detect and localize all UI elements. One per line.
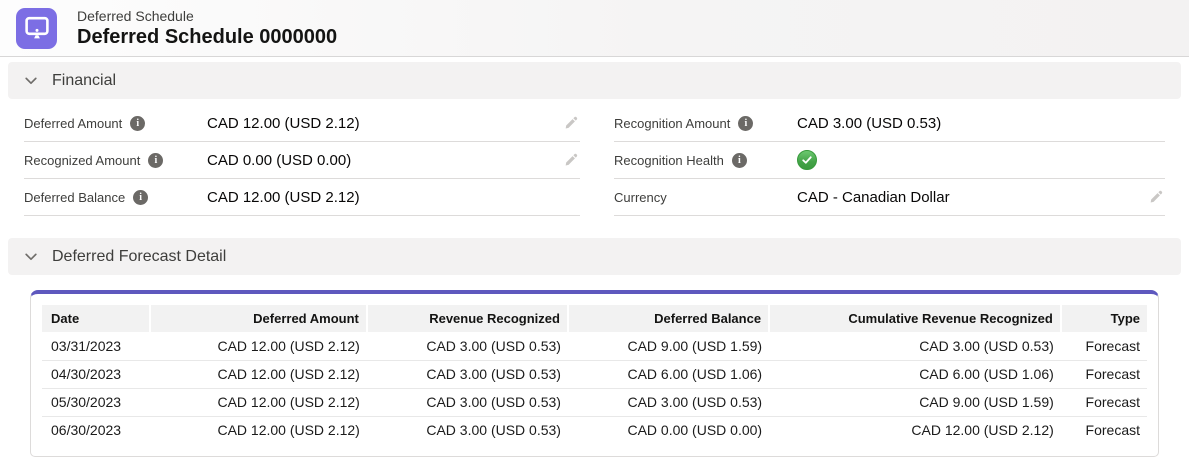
section-financial-label: Financial [52,72,116,90]
table-cell: CAD 3.00 (USD 0.53) [367,416,568,444]
field-label: Deferred Balance [24,190,125,205]
table-row: 04/30/2023CAD 12.00 (USD 2.12)CAD 3.00 (… [42,360,1147,388]
forecast-table-header-row: DateDeferred AmountRevenue RecognizedDef… [42,305,1147,332]
info-icon[interactable]: i [148,153,163,168]
field-row-deferred-balance: Deferred Balance i CAD 12.00 (USD 2.12) [24,179,580,216]
info-icon[interactable]: i [133,190,148,205]
chevron-down-icon [24,250,38,264]
field-label: Recognition Health [614,153,724,168]
table-cell: CAD 3.00 (USD 0.53) [367,388,568,416]
desktop-icon [16,8,57,49]
table-cell: CAD 3.00 (USD 0.53) [568,388,769,416]
page-title: Deferred Schedule 0000000 [77,25,337,50]
field-label: Deferred Amount [24,116,122,131]
table-cell: 04/30/2023 [42,360,150,388]
table-cell: Forecast [1061,416,1147,444]
table-cell: CAD 12.00 (USD 2.12) [150,416,367,444]
edit-pencil-icon[interactable] [1147,188,1165,206]
object-name: Deferred Schedule [77,7,337,25]
edit-pencil-icon[interactable] [562,114,580,132]
table-cell: CAD 12.00 (USD 2.12) [150,388,367,416]
field-value: CAD 0.00 (USD 0.00) [207,152,556,169]
column-header-date: Date [42,305,150,332]
table-cell: CAD 12.00 (USD 2.12) [769,416,1061,444]
field-value: CAD 12.00 (USD 2.12) [207,115,556,132]
table-cell: 06/30/2023 [42,416,150,444]
table-row: 05/30/2023CAD 12.00 (USD 2.12)CAD 3.00 (… [42,388,1147,416]
table-cell: CAD 12.00 (USD 2.12) [150,332,367,360]
table-cell: Forecast [1061,332,1147,360]
field-value: CAD 12.00 (USD 2.12) [207,189,580,206]
fields-column-right: Recognition AmountiCAD 3.00 (USD 0.53)Re… [614,105,1165,216]
section-financial-toggle[interactable]: Financial [8,62,1181,99]
field-label: Currency [614,190,667,205]
field-row-deferred-amount: Deferred Amount i CAD 12.00 (USD 2.12) [24,105,580,142]
section-forecast-label: Deferred Forecast Detail [52,248,226,266]
column-header-cumulative-revenue-recognized: Cumulative Revenue Recognized [769,305,1061,332]
field-row-recognition-amount: Recognition Amount i CAD 3.00 (USD 0.53) [614,105,1165,142]
forecast-table-card: DateDeferred AmountRevenue RecognizedDef… [30,290,1159,457]
table-cell: Forecast [1061,388,1147,416]
column-header-type: Type [1061,305,1147,332]
table-cell: CAD 6.00 (USD 1.06) [769,360,1061,388]
field-label: Recognition Amount [614,116,730,131]
field-row-recognition-health: Recognition Health i [614,142,1165,179]
table-cell: CAD 3.00 (USD 0.53) [769,332,1061,360]
info-icon[interactable]: i [738,116,753,131]
forecast-table: DateDeferred AmountRevenue RecognizedDef… [42,305,1147,444]
table-row: 06/30/2023CAD 12.00 (USD 2.12)CAD 3.00 (… [42,416,1147,444]
table-cell: CAD 0.00 (USD 0.00) [568,416,769,444]
table-cell: 05/30/2023 [42,388,150,416]
chevron-down-icon [24,74,38,88]
fields-column-left: Deferred Amount i CAD 12.00 (USD 2.12) Reco… [24,105,580,216]
column-header-revenue-recognized: Revenue Recognized [367,305,568,332]
record-header: Deferred Schedule Deferred Schedule 0000… [0,0,1189,57]
field-row-recognized-amount: Recognized Amount i CAD 0.00 (USD 0.00) [24,142,580,179]
table-cell: CAD 12.00 (USD 2.12) [150,360,367,388]
column-header-deferred-amount: Deferred Amount [150,305,367,332]
table-cell: Forecast [1061,360,1147,388]
table-cell: CAD 9.00 (USD 1.59) [769,388,1061,416]
field-row-currency: Currency CAD - Canadian Dollar [614,179,1165,216]
success-check-icon [797,150,817,170]
table-row: 03/31/2023CAD 12.00 (USD 2.12)CAD 3.00 (… [42,332,1147,360]
table-cell: 03/31/2023 [42,332,150,360]
info-icon[interactable]: i [130,116,145,131]
field-value: CAD - Canadian Dollar [797,189,1141,206]
section-forecast-toggle[interactable]: Deferred Forecast Detail [8,238,1181,275]
info-icon[interactable]: i [732,153,747,168]
field-label: Recognized Amount [24,153,140,168]
table-cell: CAD 6.00 (USD 1.06) [568,360,769,388]
field-value: CAD 3.00 (USD 0.53) [797,115,1165,132]
column-header-deferred-balance: Deferred Balance [568,305,769,332]
table-cell: CAD 9.00 (USD 1.59) [568,332,769,360]
edit-pencil-icon[interactable] [562,151,580,169]
table-cell: CAD 3.00 (USD 0.53) [367,332,568,360]
table-cell: CAD 3.00 (USD 0.53) [367,360,568,388]
financial-fields: Deferred Amount i CAD 12.00 (USD 2.12) Reco… [0,99,1189,216]
